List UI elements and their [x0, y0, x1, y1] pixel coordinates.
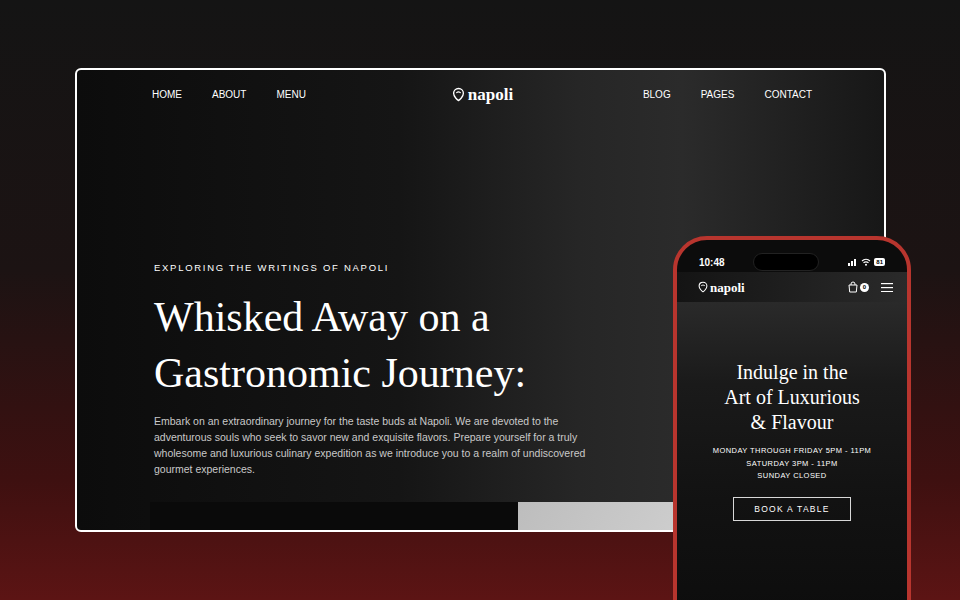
opening-hours: MONDAY THROUGH FRIDAY 5PM - 11PMSATURDAY…: [713, 445, 872, 483]
battery-level: 81: [874, 258, 885, 266]
book-table-button[interactable]: BOOK A TABLE: [733, 497, 850, 522]
status-bar: 10:48 81: [677, 240, 907, 272]
logo[interactable]: napoli: [372, 86, 592, 103]
phone-header: napoli 0: [677, 272, 907, 302]
hamburger-icon[interactable]: [881, 283, 893, 292]
nav-left: HOME ABOUT MENU: [152, 87, 372, 102]
phone-headline: Indulge in theArt of Luxurious& Flavour: [724, 360, 860, 435]
status-icons: 81: [848, 258, 885, 266]
nav-link[interactable]: HOME: [152, 87, 182, 102]
cart-button[interactable]: 0: [847, 281, 869, 293]
mockup-canvas: HOMEABOUTMENUnapoliBLOGPAGESCONTACTEXPLO…: [0, 0, 960, 600]
dynamic-island: [753, 253, 819, 271]
nav-link[interactable]: CONTACT: [764, 87, 812, 102]
phone-logo[interactable]: napoli: [697, 281, 745, 294]
signal-icon: [848, 258, 858, 266]
top-nav: HOME ABOUT MENU napoli BLOG PAGES CONTACT: [77, 70, 884, 106]
logo-icon: [451, 87, 466, 102]
hours-line: MONDAY THROUGH FRIDAY 5PM - 11PM: [713, 445, 872, 458]
cart-icon: [847, 281, 859, 293]
phone-hero: Indulge in theArt of Luxurious& Flavour M…: [677, 302, 907, 600]
hours-line: SATURDAY 3PM - 11PM: [746, 458, 837, 471]
nav-link[interactable]: ABOUT: [212, 87, 246, 102]
nav-link[interactable]: BLOG: [643, 87, 671, 102]
dark-card: [150, 502, 518, 530]
logo-icon: [697, 281, 709, 293]
nav-link[interactable]: MENU: [276, 87, 305, 102]
status-time: 10:48: [699, 255, 725, 270]
nav-link[interactable]: PAGES: [701, 87, 735, 102]
wifi-icon: [861, 258, 871, 266]
hero-body: Embark on an extraordinary journey for t…: [154, 413, 594, 477]
hours-line: SUNDAY CLOSED: [757, 470, 826, 483]
nav-right: BLOG PAGES CONTACT: [592, 87, 812, 102]
phone-frame: 10:48 81 napoli 0 Indulge in theArt of Luxur…: [673, 236, 911, 600]
cart-badge: 0: [860, 283, 869, 292]
